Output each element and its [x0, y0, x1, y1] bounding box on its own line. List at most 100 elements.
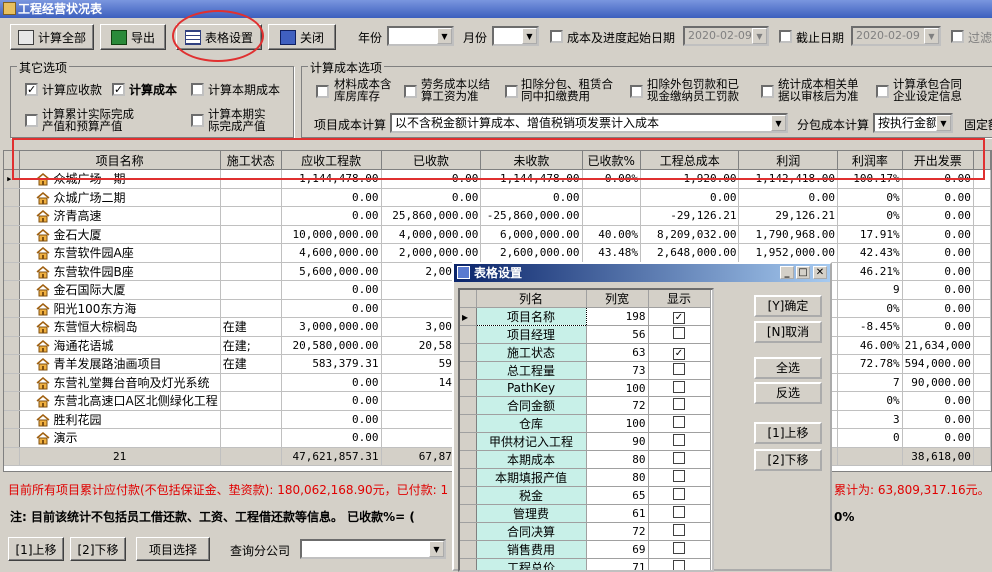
close-icon[interactable]: ✕: [813, 266, 827, 279]
dialog-col-width[interactable]: 69: [586, 541, 648, 559]
table-cell[interactable]: 众城广场二期: [19, 188, 220, 207]
table-cell[interactable]: 42.43%: [837, 244, 902, 263]
table-cell[interactable]: 46.21%: [837, 262, 902, 281]
dialog-row-indicator[interactable]: [460, 469, 476, 487]
calc-cost-checkbox[interactable]: ✓: [112, 83, 125, 96]
calc-cumulative-output-checkbox[interactable]: [25, 114, 38, 127]
move-down-button[interactable]: [2]下移: [70, 537, 126, 561]
table-cell[interactable]: [220, 373, 281, 392]
table-cell[interactable]: 17.91%: [837, 225, 902, 244]
table-cell[interactable]: 8,209,032.00: [640, 225, 739, 244]
table-cell[interactable]: 0.00: [902, 299, 973, 318]
dialog-col-width-header[interactable]: 列宽: [586, 290, 648, 308]
dialog-col-width[interactable]: 100: [586, 380, 648, 397]
table-cell[interactable]: 东营礼堂舞台音响及灯光系统: [19, 373, 220, 392]
table-cell[interactable]: 在建: [220, 355, 281, 374]
table-cell[interactable]: 0.00: [381, 188, 481, 207]
dialog-col-width[interactable]: 61: [586, 505, 648, 523]
table-cell[interactable]: 0.00: [281, 410, 381, 429]
dialog-col-show[interactable]: [648, 451, 710, 469]
dialog-col-name[interactable]: 合同决算: [476, 523, 586, 541]
dialog-col-show[interactable]: [648, 362, 710, 380]
table-cell[interactable]: 0.00: [281, 188, 381, 207]
dialog-col-width[interactable]: 100: [586, 415, 648, 433]
table-cell[interactable]: 演示: [19, 429, 220, 448]
show-checkbox[interactable]: [673, 363, 685, 375]
dialog-row[interactable]: 税金65: [460, 487, 710, 505]
deduct-sub-lease-checkbox[interactable]: [505, 85, 518, 98]
table-cell[interactable]: 25,860,000.00: [381, 207, 481, 226]
show-checkbox[interactable]: [673, 327, 685, 339]
invert-selection-button[interactable]: 反选: [754, 382, 822, 404]
dialog-col-show[interactable]: [648, 469, 710, 487]
dialog-row[interactable]: 销售费用69: [460, 541, 710, 559]
table-cell[interactable]: 21,634,000: [902, 336, 973, 355]
table-cell[interactable]: 海通花语城: [19, 336, 220, 355]
dialog-col-show[interactable]: [648, 397, 710, 415]
table-cell[interactable]: 20,580,000.00: [281, 336, 381, 355]
table-cell[interactable]: 金石大厦: [19, 225, 220, 244]
table-cell[interactable]: 0.00: [281, 373, 381, 392]
table-cell[interactable]: 0.00: [281, 281, 381, 300]
dialog-row[interactable]: 施工状态63✓: [460, 344, 710, 362]
calc-period-cost-checkbox[interactable]: [191, 83, 204, 96]
dialog-row[interactable]: 甲供材记入工程90: [460, 433, 710, 451]
row-indicator[interactable]: [4, 373, 19, 392]
table-cell[interactable]: [220, 244, 281, 263]
table-cell[interactable]: 43.48%: [582, 244, 640, 263]
table-cell[interactable]: 72.78%: [837, 355, 902, 374]
table-cell[interactable]: [220, 392, 281, 411]
table-cell[interactable]: 2,600,000.00: [481, 244, 582, 263]
table-cell[interactable]: 0.00: [902, 188, 973, 207]
dialog-row[interactable]: 本期成本80: [460, 451, 710, 469]
row-indicator[interactable]: [4, 207, 19, 226]
table-row[interactable]: 东营软件园A座4,600,000.002,000,000.002,600,000…: [4, 244, 991, 263]
show-checkbox[interactable]: [673, 524, 685, 536]
dialog-row[interactable]: 合同金额72: [460, 397, 710, 415]
dialog-col-width[interactable]: 198: [586, 308, 648, 326]
dialog-col-show[interactable]: [648, 541, 710, 559]
dialog-col-width[interactable]: 73: [586, 362, 648, 380]
calc-all-button[interactable]: 计算全部: [10, 24, 94, 50]
dialog-row[interactable]: 管理费61: [460, 505, 710, 523]
calc-period-output-checkbox[interactable]: [191, 114, 204, 127]
dialog-col-width[interactable]: 56: [586, 326, 648, 344]
table-cell[interactable]: 0: [837, 429, 902, 448]
table-cell[interactable]: [220, 410, 281, 429]
select-all-button[interactable]: 全选: [754, 357, 822, 379]
row-indicator[interactable]: [4, 318, 19, 337]
dialog-col-name[interactable]: 本期成本: [476, 451, 586, 469]
table-cell[interactable]: 0.00: [902, 207, 973, 226]
dialog-col-name[interactable]: 项目经理: [476, 326, 586, 344]
table-cell[interactable]: [220, 207, 281, 226]
table-cell[interactable]: 90,000.00: [902, 373, 973, 392]
dialog-col-name[interactable]: 施工状态: [476, 344, 586, 362]
table-cell[interactable]: 6,000,000.00: [481, 225, 582, 244]
table-cell[interactable]: 在建: [220, 318, 281, 337]
dialog-col-width[interactable]: 80: [586, 451, 648, 469]
row-indicator[interactable]: [4, 355, 19, 374]
table-row[interactable]: 金石大厦10,000,000.004,000,000.006,000,000.0…: [4, 225, 991, 244]
table-cell[interactable]: 1,952,000.00: [739, 244, 838, 263]
export-button[interactable]: 导出: [100, 24, 166, 50]
dialog-col-name[interactable]: 仓库: [476, 415, 586, 433]
dialog-col-width[interactable]: 71: [586, 559, 648, 572]
column-settings-grid[interactable]: 列名 列宽 显示 ▸项目名称198✓项目经理56施工状态63✓总工程量73Pat…: [458, 288, 714, 572]
dialog-col-name[interactable]: 工程总价: [476, 559, 586, 572]
dialog-row-indicator[interactable]: [460, 326, 476, 344]
table-cell[interactable]: 0.00: [281, 299, 381, 318]
dialog-row-indicator[interactable]: [460, 362, 476, 380]
show-checkbox[interactable]: [673, 416, 685, 428]
row-indicator[interactable]: [4, 188, 19, 207]
table-cell[interactable]: 0.00: [902, 262, 973, 281]
row-indicator[interactable]: [4, 429, 19, 448]
table-cell[interactable]: [220, 225, 281, 244]
table-cell[interactable]: 青羊发展路油画项目: [19, 355, 220, 374]
dialog-col-width[interactable]: 90: [586, 433, 648, 451]
table-cell[interactable]: 4,000,000.00: [381, 225, 481, 244]
close-button[interactable]: 关闭: [268, 24, 336, 50]
table-cell[interactable]: 5,600,000.00: [281, 262, 381, 281]
dialog-row-indicator[interactable]: [460, 433, 476, 451]
table-cell[interactable]: 2,648,000.00: [640, 244, 739, 263]
dialog-col-show[interactable]: [648, 415, 710, 433]
